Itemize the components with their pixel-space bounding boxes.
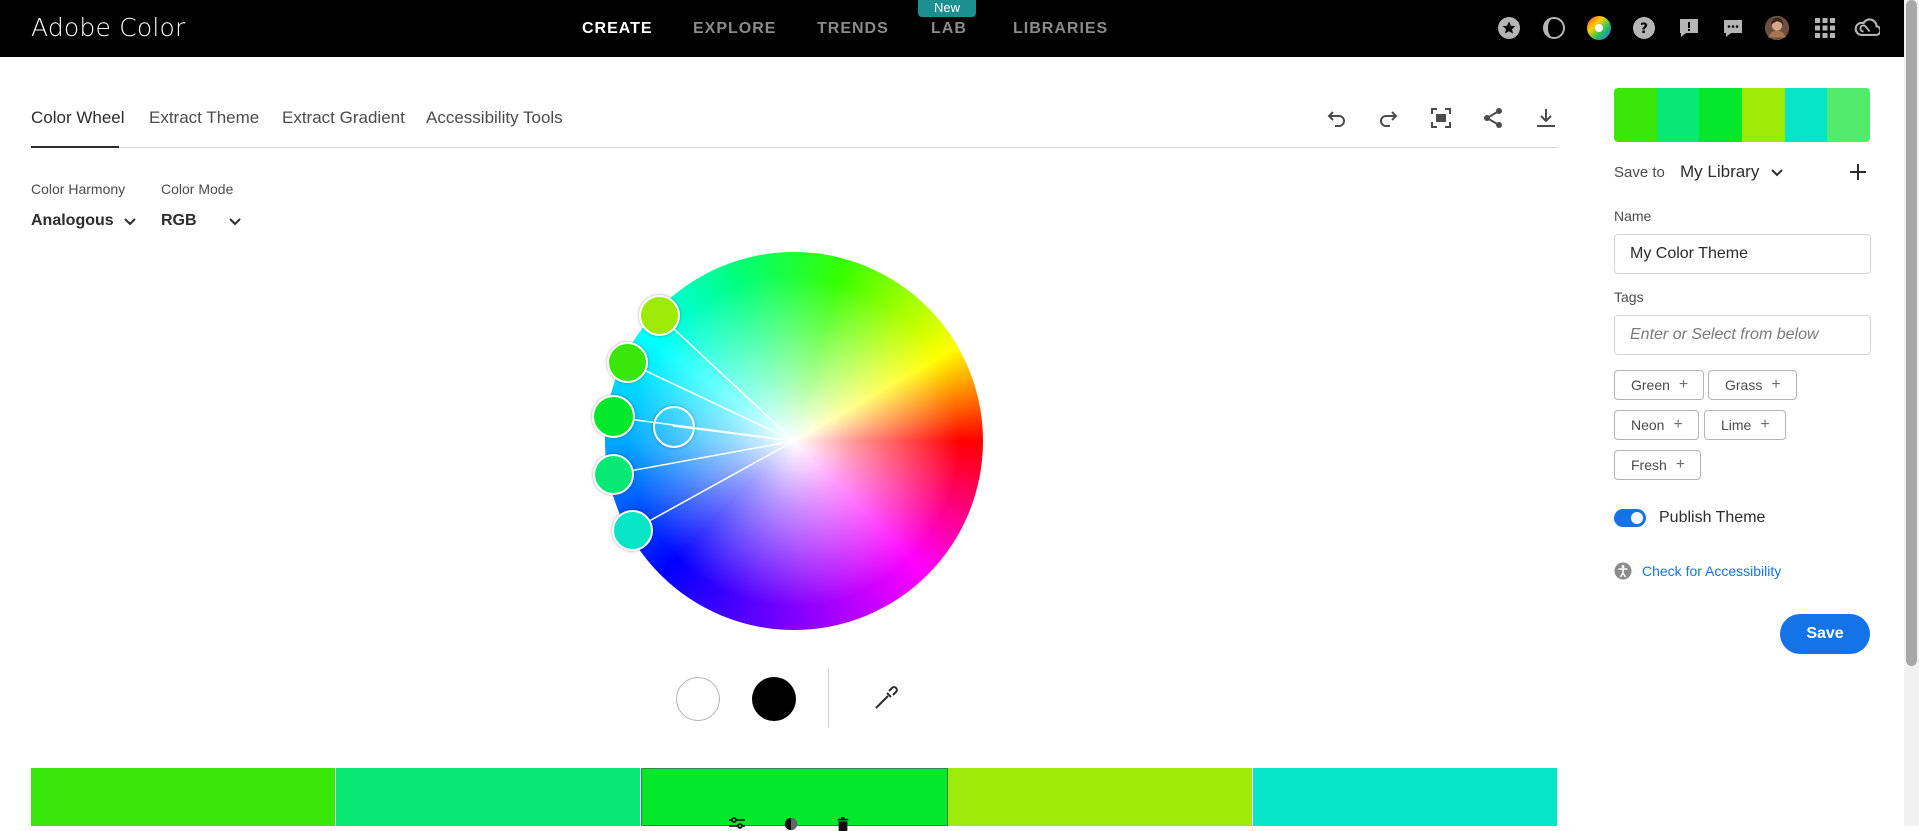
share-icon[interactable] [1478,103,1508,133]
palette-swatch-4[interactable] [947,768,1253,826]
wheel-handle-4[interactable] [593,454,634,495]
apps-grid-icon[interactable] [1812,14,1838,42]
download-icon[interactable] [1531,103,1561,133]
color-harmony-dropdown[interactable]: Analogous [31,212,138,230]
preview-swatch [1656,88,1700,142]
top-navigation-bar: Adobe Color CREATE EXPLORE TRENDS New LA… [0,0,1919,57]
theme-preview [1614,88,1870,142]
wheel-handle-2[interactable] [607,342,648,383]
plus-icon: + [1760,416,1770,433]
palette-swatch-5[interactable] [1252,768,1558,826]
tag-chip-fresh[interactable]: Fresh + [1614,450,1702,480]
tab-color-wheel[interactable]: Color Wheel [31,108,125,128]
tag-chip-grass[interactable]: Grass + [1708,370,1797,400]
palette-swatch-3-selected[interactable] [641,768,948,831]
save-button[interactable]: Save [1780,614,1870,654]
plus-icon: + [1675,456,1686,473]
tag-label: Green [1631,377,1670,393]
tab-accessibility-tools[interactable]: Accessibility Tools [426,108,563,128]
color-wheel[interactable] [592,252,983,630]
contrast-icon[interactable] [783,817,799,831]
svg-text:?: ? [1640,21,1648,37]
add-library-button[interactable] [1846,160,1870,184]
tags-input[interactable]: Enter or Select from below [1614,315,1871,355]
nav-explore[interactable]: EXPLORE [693,20,776,38]
scrollbar-thumb[interactable] [1906,0,1917,666]
wheel-handle-base[interactable] [592,395,635,438]
color-wheel-icon[interactable] [1586,14,1612,42]
feedback-icon[interactable] [1676,14,1702,42]
new-badge: New [918,0,976,17]
chevron-down-icon [123,218,136,226]
plus-icon: + [1673,416,1683,433]
check-accessibility-link[interactable]: Check for Accessibility [1642,563,1781,579]
library-dropdown[interactable]: My Library [1680,162,1785,182]
plus-icon [1850,164,1866,180]
color-harmony-label: Color Harmony [31,181,126,197]
chevron-down-icon [1771,169,1784,177]
nav-libraries[interactable]: LIBRARIES [1013,20,1108,38]
white-swatch-button[interactable] [676,677,720,721]
preview-swatch [1614,88,1657,142]
tab-extract-gradient[interactable]: Extract Gradient [282,108,405,128]
wheel-handle-1[interactable] [639,295,680,336]
plus-icon: + [1771,376,1781,393]
sliders-icon[interactable] [727,817,747,831]
palette-swatch-2[interactable] [336,768,642,826]
nav-trends[interactable]: TRENDS [817,20,889,38]
plus-icon: + [1678,376,1689,393]
tag-label: Grass [1725,377,1763,393]
name-label: Name [1614,208,1652,224]
redo-icon[interactable] [1373,103,1403,133]
preview-swatch [1699,88,1743,142]
swatch-divider [828,668,829,728]
preview-swatch [1827,88,1870,142]
tag-label: Neon [1631,417,1665,433]
nav-lab[interactable]: LAB [931,20,967,38]
black-swatch-button[interactable] [752,677,796,721]
accessibility-icon [1614,562,1632,580]
color-mode-dropdown[interactable]: RGB [161,212,243,230]
theme-palette-strip [31,768,1558,831]
tag-label: Fresh [1631,457,1667,473]
swatch-tools [727,817,851,831]
tag-chip-green[interactable]: Green + [1614,370,1705,400]
undo-icon[interactable] [1322,103,1352,133]
fit-screen-icon[interactable] [1426,103,1456,133]
tabs-divider [31,147,1557,148]
tag-chip-neon[interactable]: Neon + [1614,410,1699,440]
wheel-brightness-handle[interactable] [653,406,695,448]
color-mode-value: RGB [161,212,197,229]
trash-icon[interactable] [835,817,851,831]
publish-theme-label: Publish Theme [1659,509,1766,526]
eyedropper-icon[interactable] [871,683,901,713]
brand-logo[interactable]: Adobe Color [31,13,186,42]
theme-name-input[interactable]: My Color Theme [1614,234,1871,274]
active-tab-indicator [31,146,119,148]
tag-chip-lime[interactable]: Lime + [1704,410,1786,440]
preview-swatch [1742,88,1785,142]
preview-swatch [1784,88,1828,142]
color-mode-label: Color Mode [161,181,234,197]
tag-label: Lime [1721,417,1752,433]
nav-create[interactable]: CREATE [582,20,653,38]
color-harmony-value: Analogous [31,212,114,229]
palette-swatch-1[interactable] [31,768,337,826]
wheel-handle-5[interactable] [612,510,653,551]
tags-label: Tags [1614,289,1644,305]
creative-cloud-icon[interactable] [1854,14,1880,42]
star-icon[interactable] [1496,14,1522,42]
tab-extract-theme[interactable]: Extract Theme [149,108,259,128]
help-icon[interactable]: ? [1631,14,1657,42]
chat-icon[interactable] [1720,14,1746,42]
publish-theme-toggle[interactable] [1614,509,1646,527]
save-to-label: Save to [1614,164,1665,181]
chevron-down-icon [229,218,241,226]
avatar[interactable] [1764,14,1790,42]
library-value: My Library [1680,162,1760,181]
contrast-icon[interactable] [1541,14,1567,42]
